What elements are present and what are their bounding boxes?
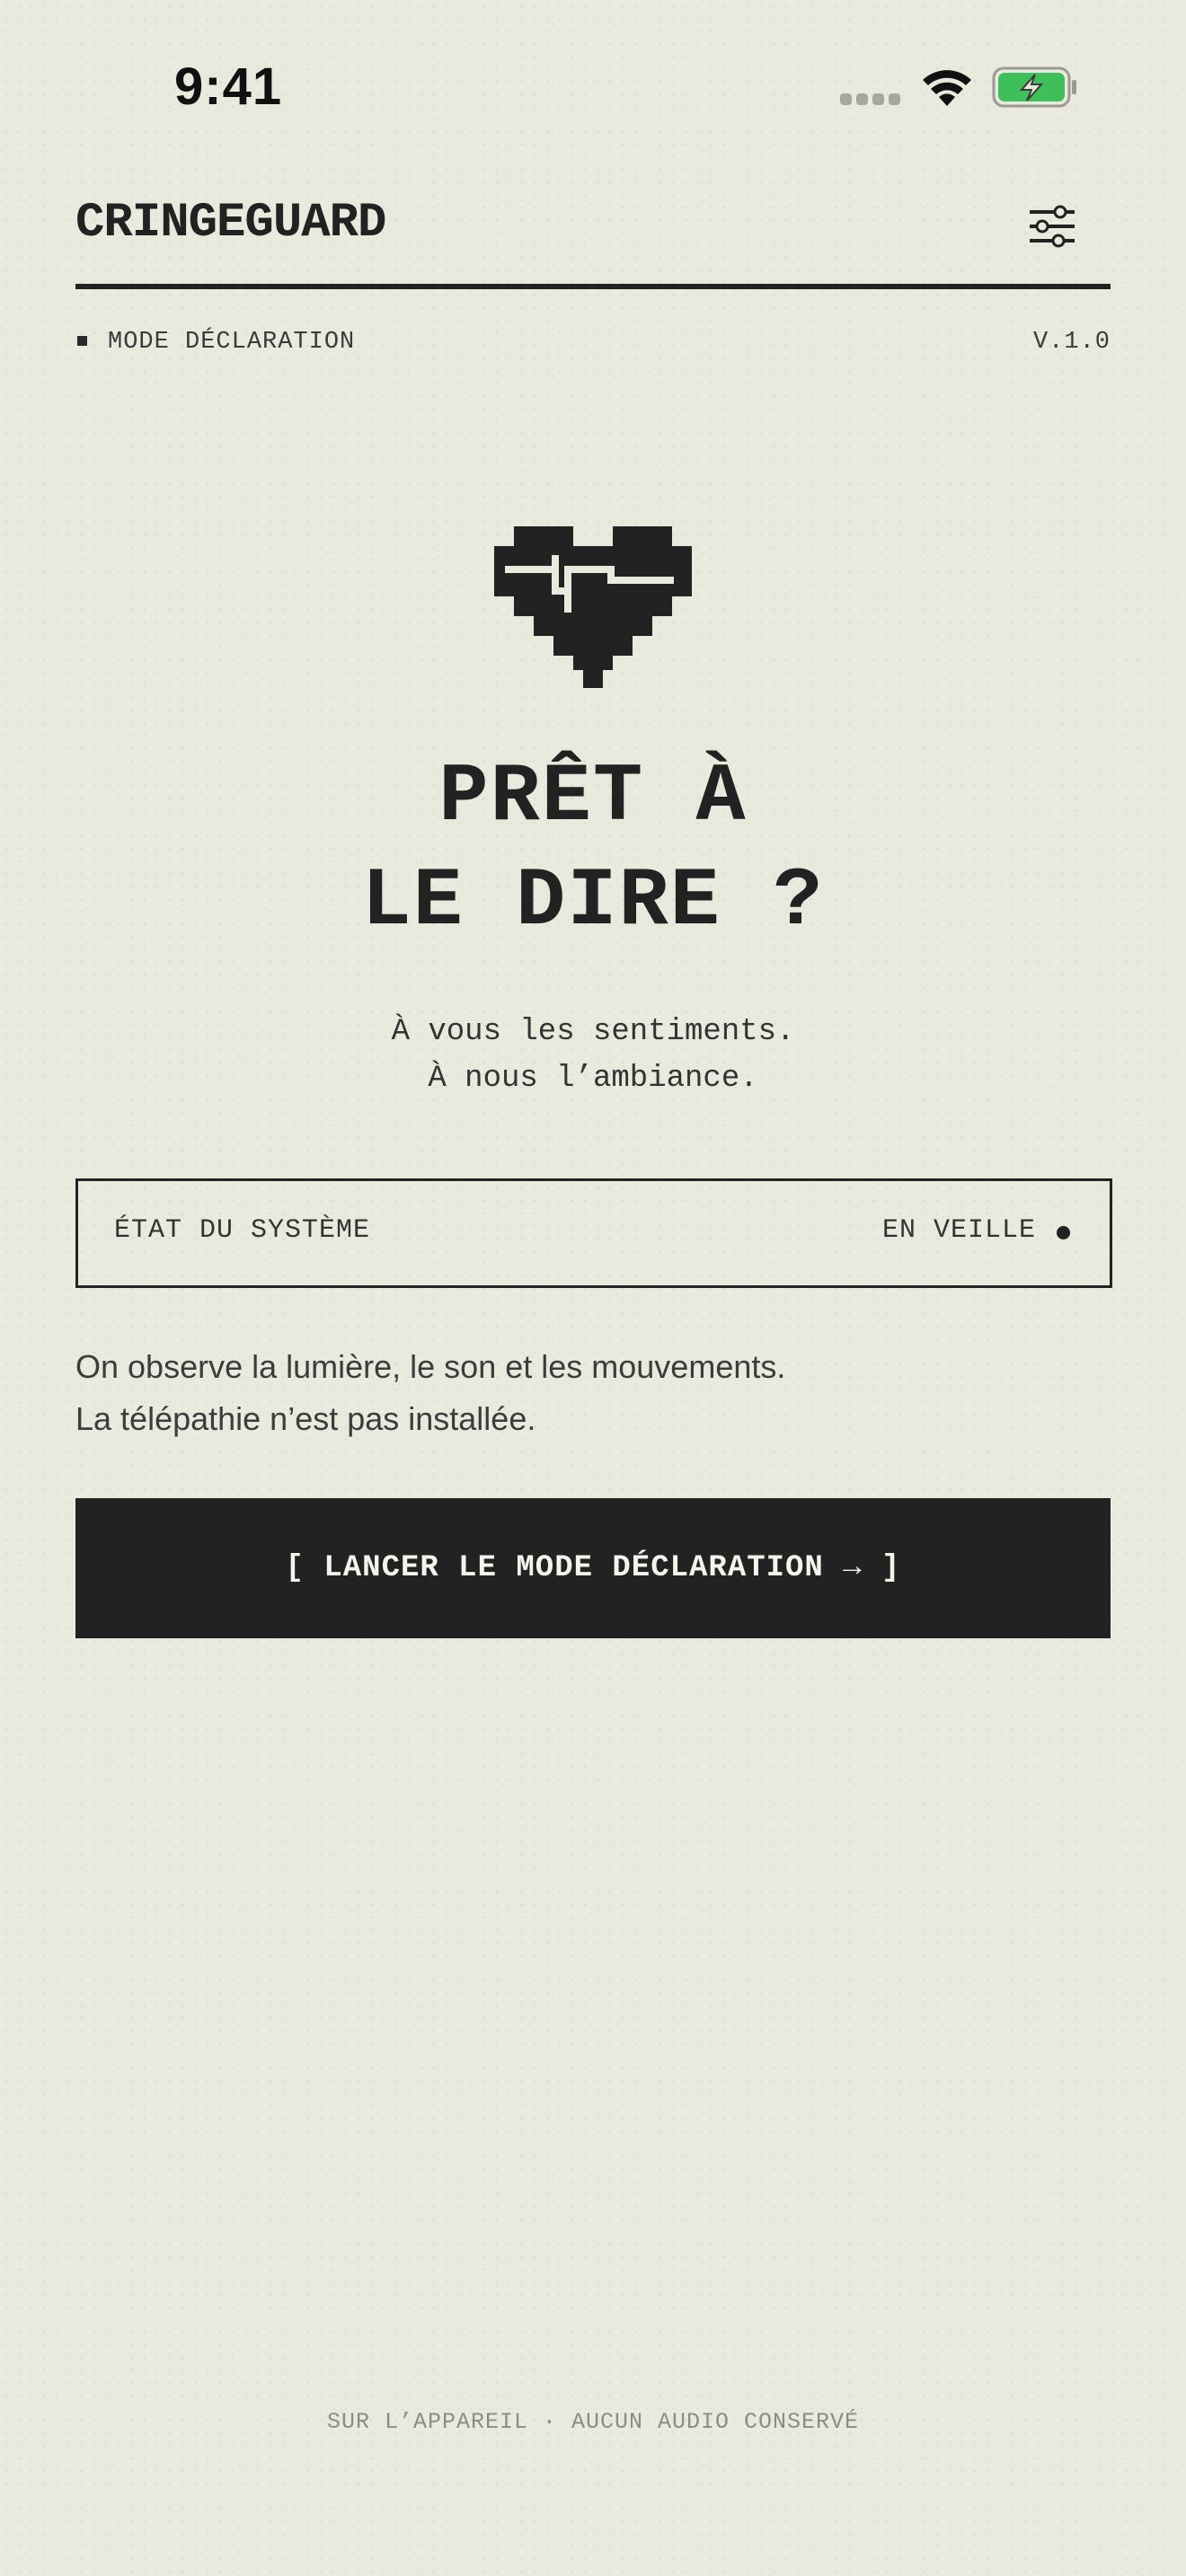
hero-title-line2: LE DIRE ? <box>361 854 825 948</box>
tagline-line1: À vous les sentiments. <box>391 1015 795 1049</box>
tagline-line2: À nous l’ambiance. <box>428 1062 758 1096</box>
description-line2: La télépathie n’est pas installée. <box>75 1400 536 1437</box>
header-divider <box>75 284 1111 289</box>
system-state-value: EN VEILLE <box>881 1215 1036 1246</box>
status-dot-icon <box>1057 1226 1070 1239</box>
description-line1: On observe la lumière, le son et les mou… <box>75 1348 786 1385</box>
wifi-icon <box>923 70 971 106</box>
app-brand: CRINGEGUARD <box>75 196 386 251</box>
sliders-icon <box>1030 205 1075 248</box>
settings-button[interactable] <box>1015 199 1089 253</box>
system-state-label: ÉTAT DU SYSTÈME <box>114 1215 371 1246</box>
mode-bullet-icon <box>77 336 87 346</box>
pixel-heart-pulse-icon <box>494 526 692 688</box>
battery-charging-icon <box>992 66 1076 108</box>
version-label: V.1.0 <box>1032 329 1111 356</box>
hero-title-line1: PRÊT À <box>438 750 748 844</box>
privacy-footer: SUR L’APPAREIL · AUCUN AUDIO CONSERVÉ <box>326 2409 860 2435</box>
system-state-panel: ÉTAT DU SYSTÈME EN VEILLE <box>75 1178 1112 1288</box>
cellular-signal-icon <box>840 93 901 106</box>
mode-label: MODE DÉCLARATION <box>108 329 356 356</box>
launch-declaration-mode-button[interactable]: [ LANCER LE MODE DÉCLARATION → ] <box>75 1498 1111 1638</box>
mode-row: MODE DÉCLARATION V.1.0 <box>75 325 1111 361</box>
status-time: 9:41 <box>174 57 283 116</box>
